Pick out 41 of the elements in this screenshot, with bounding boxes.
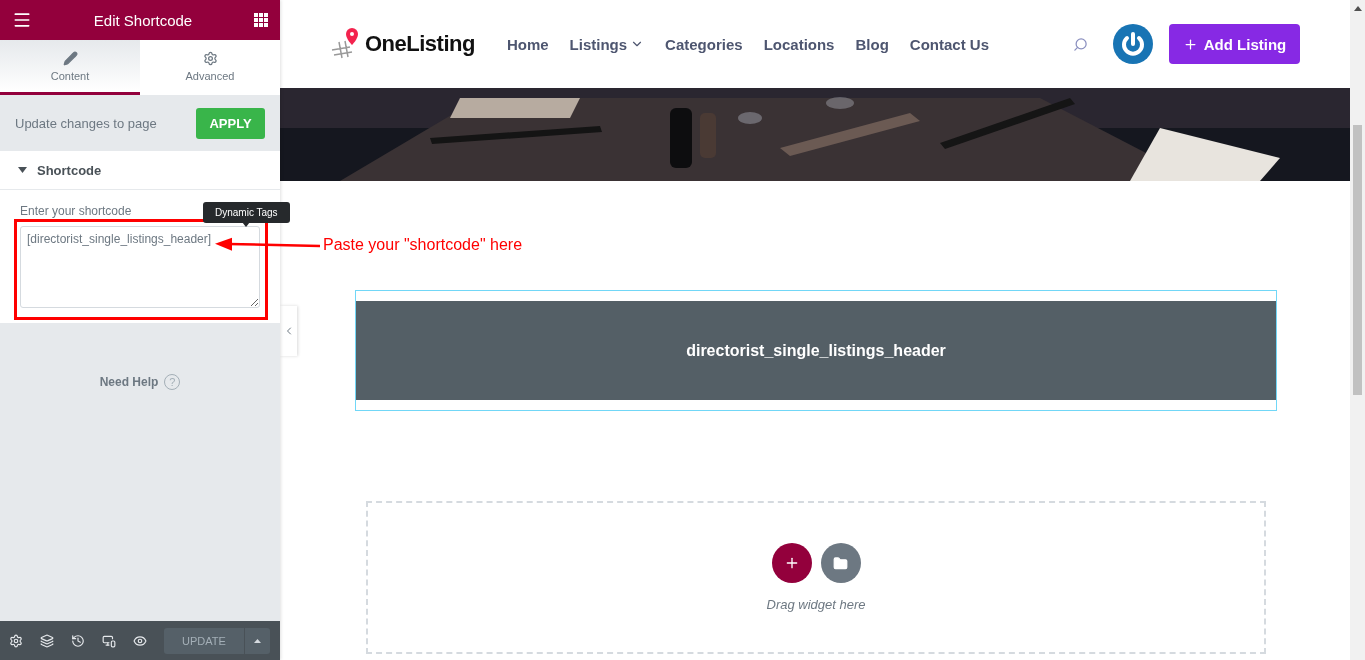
caret-icon[interactable] — [18, 167, 27, 173]
nav-link[interactable]: Blog — [855, 35, 889, 53]
history-icon[interactable] — [71, 633, 85, 648]
gear-icon — [202, 50, 218, 66]
nav-link[interactable]: Home — [506, 35, 549, 53]
dynamic-tags-tooltip: Dynamic Tags — [203, 202, 290, 223]
avatar-icon[interactable] — [1113, 24, 1153, 64]
folder-icon — [833, 555, 848, 571]
nav-link[interactable]: Categories — [665, 35, 743, 53]
site-logo[interactable]: OneListing — [365, 31, 475, 57]
help-link[interactable]: Need Help — [99, 375, 159, 389]
layers-icon[interactable] — [40, 633, 54, 648]
widget-text: directorist_single_listings_header — [686, 341, 946, 360]
menu-icon[interactable] — [12, 10, 32, 30]
update-hint: Update changes to page — [15, 115, 157, 131]
shortcode-field[interactable]: [directorist_single_listings_header] — [20, 226, 260, 308]
search-icon[interactable] — [1073, 36, 1088, 52]
settings-icon[interactable] — [9, 633, 23, 648]
panel-tab[interactable]: Content — [0, 40, 140, 95]
apps-grid-icon[interactable] — [254, 13, 268, 27]
nav-link[interactable]: Listings — [569, 35, 645, 53]
annotation-text: Paste your "shortcode" here — [323, 236, 523, 254]
shortcode-widget[interactable]: directorist_single_listings_header — [356, 301, 1276, 400]
scrollbar-thumb[interactable] — [1353, 125, 1362, 395]
drop-hint: Drag widget here — [766, 597, 866, 612]
field-label: Enter your shortcode — [20, 204, 132, 218]
tooltip-pointer — [242, 222, 250, 227]
caret-up-icon — [254, 638, 261, 643]
eye-icon[interactable] — [133, 633, 147, 648]
template-button[interactable] — [820, 543, 861, 583]
add-listing-button[interactable]: Add Listing — [1169, 24, 1300, 64]
nav-link[interactable]: Contact Us — [909, 35, 989, 53]
scroll-up-icon[interactable] — [1353, 6, 1362, 11]
add-section-button[interactable] — [771, 543, 812, 583]
nav-link[interactable]: Locations — [763, 35, 835, 53]
update-options-button[interactable] — [245, 627, 270, 654]
plus-icon — [1182, 36, 1198, 52]
section-title: Shortcode — [37, 162, 102, 178]
pencil-icon — [62, 50, 78, 66]
panel-title: Edit Shortcode — [93, 11, 193, 29]
responsive-icon[interactable] — [102, 633, 116, 648]
